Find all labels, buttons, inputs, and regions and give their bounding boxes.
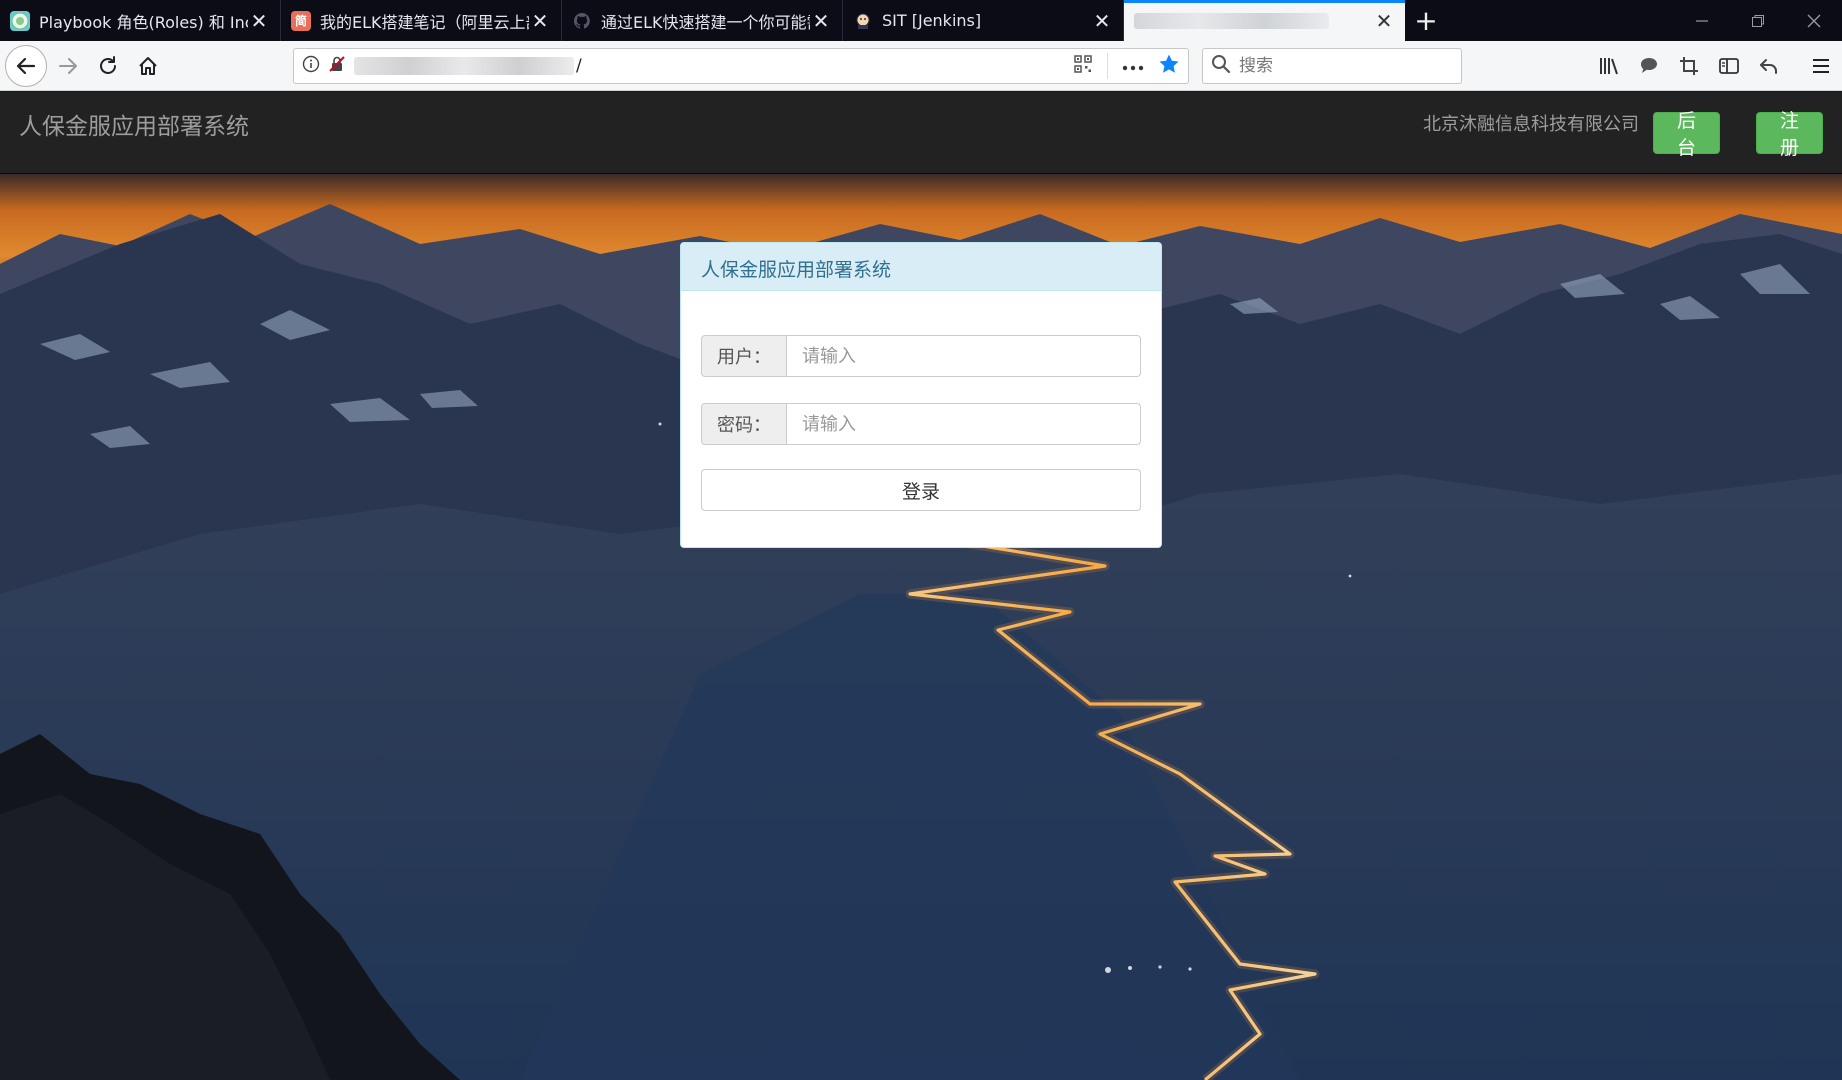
- reload-icon: [100, 55, 116, 74]
- browser-tab[interactable]: SIT [Jenkins] ✕: [843, 0, 1124, 41]
- browser-tab-active[interactable]: ✕: [1124, 0, 1405, 41]
- username-input-group: 用户：: [701, 335, 1141, 377]
- minimize-button[interactable]: [1674, 0, 1730, 41]
- app-brand-title[interactable]: 人保金服应用部署系统: [19, 107, 249, 141]
- screenshot-crop-icon[interactable]: [1670, 47, 1708, 85]
- url-bar[interactable]: /: [293, 48, 1189, 84]
- undo-arrow-icon[interactable]: [1750, 47, 1788, 85]
- hamburger-menu-icon[interactable]: [1802, 47, 1840, 85]
- back-arrow-icon: [16, 57, 36, 74]
- github-favicon-icon: [572, 11, 592, 31]
- tab-close-icon[interactable]: ✕: [248, 9, 270, 33]
- login-button[interactable]: 登录: [701, 469, 1141, 511]
- back-button[interactable]: [5, 44, 47, 87]
- app-navbar: 人保金服应用部署系统 北京沐融信息科技有限公司 后台 注册: [0, 92, 1842, 174]
- insecure-lock-icon[interactable]: [328, 55, 346, 77]
- forward-arrow-icon: [59, 57, 77, 74]
- login-panel-title: 人保金服应用部署系统: [681, 243, 1161, 291]
- library-icon[interactable]: [1590, 47, 1628, 85]
- tab-title: Playbook 角色(Roles) 和 Inclu: [39, 12, 248, 32]
- sidebar-icon[interactable]: [1710, 47, 1748, 85]
- qr-code-icon[interactable]: [1073, 54, 1093, 78]
- tab-title-redacted: [1134, 12, 1329, 29]
- browser-tab[interactable]: Playbook 角色(Roles) 和 Inclu ✕: [0, 0, 281, 41]
- close-window-button[interactable]: [1786, 0, 1842, 41]
- browser-tab-strip: Playbook 角色(Roles) 和 Inclu ✕ 简 我的ELK搭建笔记…: [0, 0, 1842, 41]
- search-bar[interactable]: [1202, 48, 1462, 84]
- username-label: 用户：: [701, 335, 786, 377]
- username-input[interactable]: [786, 335, 1141, 377]
- tab-close-icon[interactable]: ✕: [1091, 9, 1113, 33]
- url-redacted: [354, 57, 574, 75]
- home-button[interactable]: [129, 47, 167, 85]
- url-text: /: [576, 56, 582, 76]
- password-input-group: 密码：: [701, 403, 1141, 445]
- tab-title: 通过ELK快速搭建一个你可能需: [601, 12, 810, 32]
- toolbar-icons: [1590, 41, 1840, 91]
- chat-bubble-icon[interactable]: [1630, 47, 1668, 85]
- admin-button[interactable]: 后台: [1653, 110, 1720, 159]
- page-actions-icon[interactable]: [1122, 57, 1144, 76]
- register-button[interactable]: 注册: [1756, 110, 1823, 159]
- password-input[interactable]: [786, 403, 1141, 445]
- password-label: 密码：: [701, 403, 786, 445]
- search-icon: [1211, 54, 1231, 78]
- tab-close-icon[interactable]: ✕: [1373, 9, 1395, 33]
- playbook-favicon-icon: [10, 10, 30, 31]
- browser-tab[interactable]: 通过ELK快速搭建一个你可能需 ✕: [562, 0, 843, 41]
- tab-title: 我的ELK搭建笔记（阿里云上部: [320, 12, 529, 32]
- home-icon: [139, 56, 157, 75]
- restore-button[interactable]: [1730, 0, 1786, 41]
- jenkins-favicon-icon: [853, 11, 873, 31]
- jianshu-favicon-icon: 简: [291, 10, 311, 31]
- search-input[interactable]: [1239, 56, 1439, 76]
- navigation-toolbar: /: [0, 41, 1842, 91]
- tab-title: SIT [Jenkins]: [882, 11, 982, 30]
- company-name: 北京沐融信息科技有限公司: [1423, 114, 1639, 135]
- login-form: 用户： 密码： 登录: [681, 291, 1161, 531]
- tab-close-icon[interactable]: ✕: [529, 9, 551, 33]
- login-panel: 人保金服应用部署系统 用户： 密码： 登录: [680, 242, 1162, 548]
- reload-button[interactable]: [89, 47, 127, 85]
- forward-button[interactable]: [49, 47, 87, 85]
- bookmark-star-icon[interactable]: [1158, 53, 1180, 79]
- page-viewport: 人保金服应用部署系统 北京沐融信息科技有限公司 后台 注册 人保金服应用部署系统…: [0, 92, 1842, 1080]
- info-icon[interactable]: [302, 55, 320, 77]
- browser-tab[interactable]: 简 我的ELK搭建笔记（阿里云上部 ✕: [281, 0, 562, 41]
- window-controls: [1674, 0, 1842, 41]
- tab-close-icon[interactable]: ✕: [810, 9, 832, 33]
- new-tab-button[interactable]: +: [1405, 0, 1447, 41]
